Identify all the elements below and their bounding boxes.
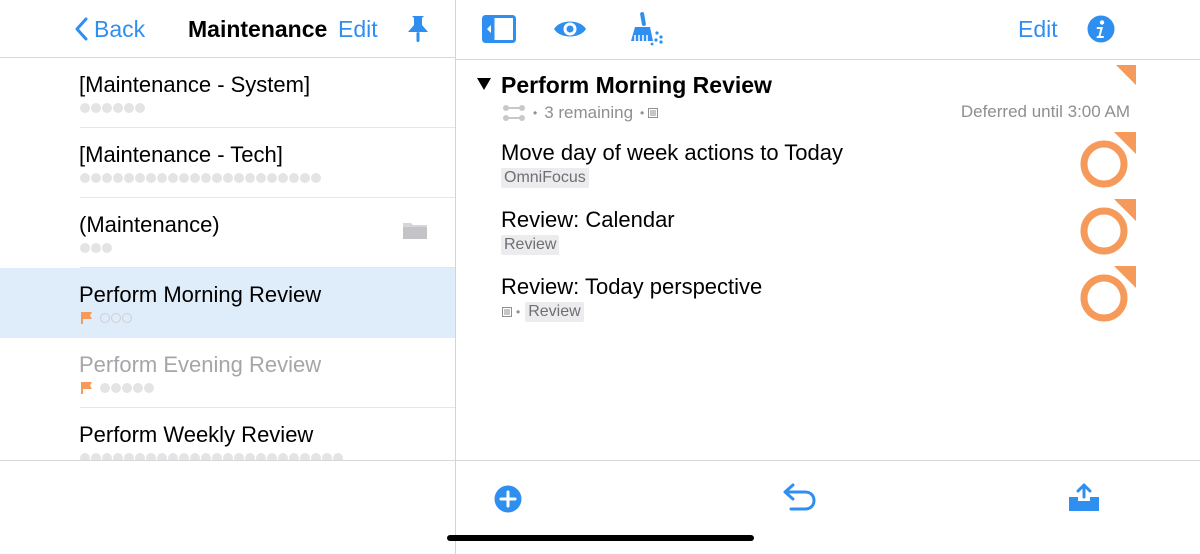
info-icon[interactable] [1087, 15, 1115, 43]
status-dots [80, 311, 133, 325]
status-dots [80, 101, 146, 115]
list-item-selected[interactable]: Perform Morning Review [0, 268, 455, 338]
back-button[interactable]: Back [74, 13, 145, 45]
status-dots [80, 241, 113, 255]
status-dots [80, 381, 155, 395]
sidebar-bottom-bar [0, 460, 455, 554]
back-label: Back [94, 15, 146, 42]
project-title[interactable]: Perform Morning Review [501, 72, 772, 99]
sidebar-nav-bar: Back Maintenance Edit [0, 0, 455, 58]
home-indicator [447, 535, 754, 541]
task-title[interactable]: Review: Today perspective [501, 274, 762, 300]
tag-badge: Review [501, 235, 560, 255]
inbox-icon[interactable] [1068, 483, 1100, 513]
tag-badge: OmniFocus [501, 168, 589, 188]
sidebar-toggle-icon[interactable] [482, 15, 516, 43]
detail-edit-button[interactable]: Edit [1018, 16, 1058, 43]
list-item[interactable]: Perform Evening Review [0, 338, 455, 408]
flag-icon [81, 382, 92, 394]
sidebar-title: Maintenance [188, 16, 328, 42]
sidebar-edit-button[interactable]: Edit [338, 16, 378, 43]
status-dots [80, 451, 344, 460]
detail-pane: Edit Perform Morning Review • 3 remainin… [456, 0, 1200, 554]
disclosure-triangle-icon[interactable] [476, 77, 492, 91]
list-item[interactable]: (Maintenance) [0, 198, 455, 268]
eye-icon[interactable] [553, 17, 587, 41]
list-item-title: [Maintenance - Tech] [79, 142, 283, 167]
status-circle-icon[interactable] [1078, 197, 1138, 257]
note-icon [648, 108, 659, 118]
task-title[interactable]: Move day of week actions to Today [501, 140, 843, 166]
tag-badge: Review [525, 302, 584, 322]
sequential-icon [503, 105, 525, 121]
undo-icon[interactable] [781, 483, 817, 513]
deferred-date: Deferred until 3:00 AM [960, 102, 1130, 121]
add-icon[interactable] [494, 485, 522, 513]
flag-corner-icon [1116, 65, 1136, 85]
status-dots [80, 171, 322, 185]
note-icon [502, 307, 512, 317]
list-item-title: [Maintenance - System] [79, 72, 311, 97]
list-item[interactable]: Perform Weekly Review [0, 408, 455, 460]
task-row[interactable]: Review: Today perspective • Review [456, 266, 1200, 341]
list-item[interactable]: [Maintenance - Tech] [0, 128, 455, 198]
status-circle-icon[interactable] [1078, 264, 1138, 324]
task-title[interactable]: Review: Calendar [501, 207, 675, 233]
sidebar: Back Maintenance Edit [Maintenance - Sys… [0, 0, 455, 554]
chevron-left-icon [75, 17, 88, 41]
list-item-title: Perform Weekly Review [79, 422, 314, 447]
list-item-title: Perform Evening Review [79, 352, 322, 377]
detail-toolbar: Edit [456, 0, 1200, 60]
list-item-title: (Maintenance) [79, 212, 220, 237]
folder-icon [403, 223, 427, 239]
pin-icon[interactable] [404, 14, 432, 44]
flag-icon [81, 312, 92, 324]
remaining-count: 3 remaining [544, 103, 634, 122]
list-item[interactable]: [Maintenance - System] [0, 58, 455, 128]
project-list: [Maintenance - System] [Maintenance - Te… [0, 58, 455, 460]
list-item-title: Perform Morning Review [79, 282, 322, 307]
project-meta: • 3 remaining • [502, 103, 659, 123]
clean-up-icon[interactable] [626, 11, 666, 47]
status-circle-icon[interactable] [1078, 130, 1138, 190]
